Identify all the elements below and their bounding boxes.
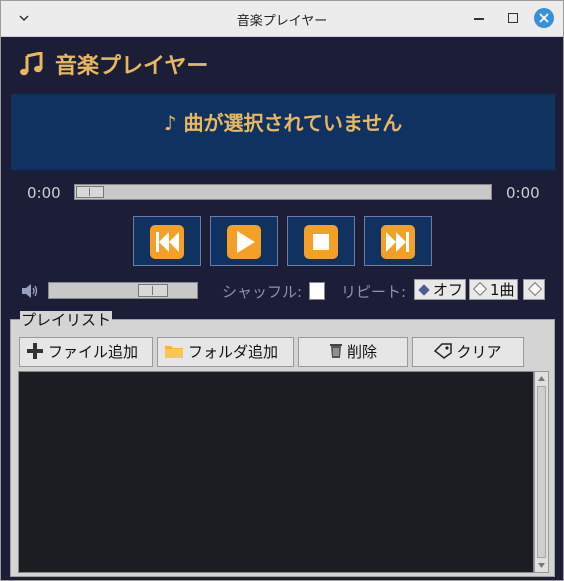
repeat-option-label: 1曲 <box>490 281 515 299</box>
radio-selected-icon <box>418 284 430 296</box>
previous-icon <box>156 232 179 252</box>
button-label: クリア <box>456 343 502 361</box>
playlist-title: プレイリスト <box>20 311 113 329</box>
previous-button[interactable] <box>133 216 201 266</box>
play-icon <box>237 231 255 253</box>
radio-unselected-icon <box>527 281 543 297</box>
trash-icon <box>329 338 343 366</box>
repeat-option-all[interactable] <box>523 279 545 300</box>
scroll-down-icon[interactable] <box>537 561 546 570</box>
repeat-option-label: オフ <box>433 281 464 299</box>
shuffle-checkbox[interactable] <box>309 282 325 300</box>
scrollbar-thumb[interactable] <box>537 386 546 558</box>
current-time: 0:00 <box>27 184 61 202</box>
speaker-icon <box>22 284 38 298</box>
tag-icon <box>434 338 453 366</box>
shuffle-label: シャッフル: <box>222 283 303 301</box>
now-playing-text: ♪ 曲が選択されていません <box>163 111 403 135</box>
button-label: ファイル追加 <box>48 343 139 361</box>
volume-slider[interactable] <box>48 282 198 299</box>
now-playing-panel: ♪ 曲が選択されていません <box>11 94 555 170</box>
app-header: 音楽プレイヤー <box>19 48 208 80</box>
seek-bar[interactable] <box>74 184 492 200</box>
window-title: 音楽プレイヤー <box>236 14 328 29</box>
seek-handle[interactable] <box>76 186 104 198</box>
next-button[interactable] <box>364 216 432 266</box>
add-folder-button[interactable]: フォルダ追加 <box>157 337 294 367</box>
playlist-group: プレイリスト ファイル追加 フォルダ追加 削除 クリア <box>10 311 555 577</box>
repeat-option-one[interactable]: 1曲 <box>469 279 518 300</box>
button-label: 削除 <box>346 343 377 361</box>
app-window: 音楽プレイヤー 音楽プレイヤー ♪ 曲が選択されていません 0:00 0:00 <box>0 0 564 581</box>
playlist-listbox[interactable] <box>18 371 534 573</box>
play-button[interactable] <box>210 216 278 266</box>
total-time: 0:00 <box>506 184 540 202</box>
app-title: 音楽プレイヤー <box>55 54 209 79</box>
playlist-scrollbar[interactable] <box>534 371 549 573</box>
volume-handle[interactable] <box>138 284 168 297</box>
next-icon <box>386 232 409 252</box>
scroll-up-icon[interactable] <box>537 374 546 383</box>
close-icon[interactable] <box>534 8 554 28</box>
radio-unselected-icon <box>472 281 488 297</box>
music-note-icon <box>19 51 45 79</box>
minimize-icon[interactable] <box>474 18 484 20</box>
add-file-button[interactable]: ファイル追加 <box>19 337 153 367</box>
plus-icon <box>26 338 44 366</box>
repeat-option-off[interactable]: オフ <box>414 279 467 300</box>
delete-button[interactable]: 削除 <box>298 337 408 367</box>
folder-icon <box>164 338 184 366</box>
stop-button[interactable] <box>287 216 355 266</box>
title-bar: 音楽プレイヤー <box>1 1 563 37</box>
clear-button[interactable]: クリア <box>412 337 524 367</box>
maximize-icon[interactable] <box>508 13 518 23</box>
button-label: フォルダ追加 <box>188 343 279 361</box>
repeat-label: リピート: <box>341 283 407 301</box>
stop-icon <box>313 234 329 250</box>
